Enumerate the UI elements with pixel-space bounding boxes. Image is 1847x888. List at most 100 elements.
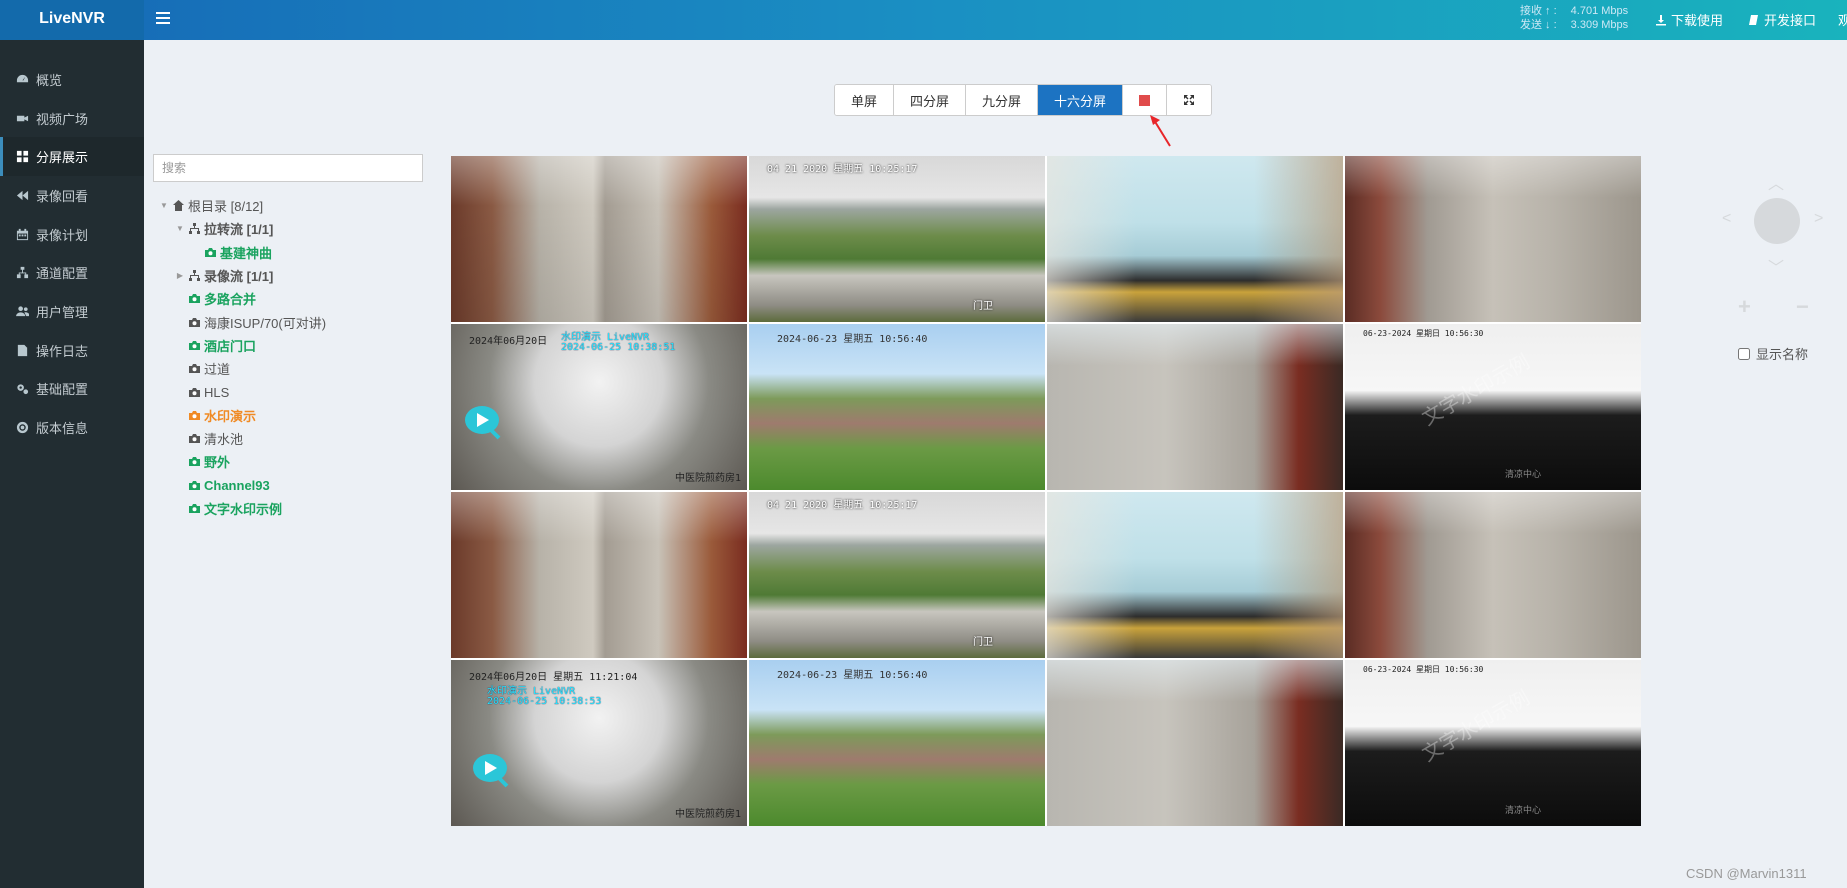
video-cell[interactable] <box>451 156 747 322</box>
video-osd-corner: 清凉中心 <box>1505 805 1542 815</box>
fullscreen-button[interactable] <box>1167 85 1212 115</box>
play-logo-icon <box>465 406 501 440</box>
video-osd-corner: 中医院煎药房1 <box>674 809 741 820</box>
video-osd: 04 21 2020 星期五 10:25:17 <box>767 164 918 175</box>
sidebar-item-label: 基础配置 <box>36 382 89 398</box>
sidebar-item-basic-config[interactable]: 基础配置 <box>0 370 144 409</box>
api-label: 开发接口 <box>1764 13 1817 28</box>
camera-icon <box>188 292 201 305</box>
ptz-down-icon[interactable]: ﹀ <box>1768 254 1784 278</box>
video-cell[interactable]: 2024-06-23 星期五 10:56:40 <box>749 660 1045 826</box>
api-link[interactable]: 开发接口 <box>1748 10 1816 29</box>
sidebar-item-label: 分屏展示 <box>36 150 89 166</box>
tx-value: 3.309 Mbps <box>1570 19 1629 31</box>
show-name-checkbox[interactable] <box>1738 347 1750 360</box>
sidebar-item-split-screen[interactable]: 分屏展示 <box>0 137 144 177</box>
tree-node-label: 水印演示 <box>204 408 257 424</box>
tree-root[interactable]: ▼ 根目录 [8/12] <box>160 194 430 217</box>
tree-channel[interactable]: HLS <box>160 380 430 403</box>
sidebar-item-video-square[interactable]: 视频广场 <box>0 99 144 138</box>
zoom-out-button[interactable]: − <box>1796 294 1809 320</box>
sidebar-item-channel-config[interactable]: 通道配置 <box>0 253 144 292</box>
camera-icon <box>188 502 201 515</box>
caret-down-icon[interactable]: ▼ <box>160 201 168 210</box>
zoom-in-button[interactable]: + <box>1738 294 1751 320</box>
video-watermark-text: 水印演示 LiveNVR <box>487 686 576 697</box>
camera-icon <box>188 455 201 468</box>
menu-toggle-icon[interactable] <box>156 12 170 26</box>
camera-icon <box>188 409 201 422</box>
tree-folder[interactable]: ▶ 录像流 [1/1] <box>160 264 430 287</box>
book-icon <box>1749 14 1758 25</box>
tree-channel[interactable]: 过道 <box>160 357 430 380</box>
ptz-joystick[interactable] <box>1754 198 1800 244</box>
tree-channel[interactable]: 多路合并 <box>160 287 430 310</box>
camera-icon <box>188 362 201 375</box>
tree-folder[interactable]: ▼ 拉转流 [1/1] <box>160 217 430 240</box>
search-input[interactable] <box>153 154 423 182</box>
single-screen-button[interactable]: 单屏 <box>835 85 895 115</box>
sidebar-item-record-plan[interactable]: 录像计划 <box>0 215 144 254</box>
app-logo[interactable]: LiveNVR <box>0 0 144 40</box>
video-cell[interactable] <box>1345 492 1641 658</box>
sidebar-item-label: 通道配置 <box>36 266 89 282</box>
video-cell[interactable]: 04 21 2020 星期五 10:25:17 门卫 <box>749 492 1045 658</box>
video-cell[interactable] <box>1047 660 1343 826</box>
caret-down-icon[interactable]: ▼ <box>176 224 184 233</box>
ptz-up-icon[interactable]: ︿ <box>1768 170 1784 194</box>
tree-channel[interactable]: 基建神曲 <box>160 241 430 264</box>
four-screen-button[interactable]: 四分屏 <box>894 85 967 115</box>
tree-root-label: 根目录 [8/12] <box>188 199 264 215</box>
caret-right-icon[interactable]: ▶ <box>176 271 184 280</box>
video-cell[interactable] <box>1345 156 1641 322</box>
dashboard-icon <box>15 72 29 86</box>
video-osd: 2024-06-23 星期五 10:56:40 <box>777 334 928 345</box>
video-cell[interactable]: 06-23-2024 星期日 10:56:30 文字水印示例 清凉中心 <box>1345 324 1641 490</box>
sixteen-screen-button[interactable]: 十六分屏 <box>1038 85 1124 115</box>
ptz-right-icon[interactable]: > <box>1814 210 1823 228</box>
sidebar-item-overview[interactable]: 概览 <box>0 60 144 99</box>
video-cell[interactable] <box>1047 492 1343 658</box>
camera-icon <box>188 316 201 329</box>
video-osd: 2024-06-23 星期五 10:56:40 <box>777 670 928 681</box>
rx-label: 接收 ↑ : <box>1520 5 1557 17</box>
tree-node-label: 拉转流 [1/1] <box>204 222 274 238</box>
tree-channel[interactable]: 酒店门口 <box>160 334 430 357</box>
video-cell[interactable] <box>451 492 747 658</box>
ptz-left-icon[interactable]: < <box>1722 210 1731 228</box>
download-link[interactable]: 下载使用 <box>1655 10 1723 29</box>
tree-channel[interactable]: 水印演示 <box>160 404 430 427</box>
video-osd: 2024年06月20日 <box>469 336 548 347</box>
tree-channel[interactable]: 清水池 <box>160 427 430 450</box>
tree-channel[interactable]: 野外 <box>160 450 430 473</box>
video-cell[interactable] <box>1047 156 1343 322</box>
sidebar-item-operation-log[interactable]: 操作日志 <box>0 331 144 370</box>
video-cell[interactable]: 06-23-2024 星期日 10:56:30 文字水印示例 清凉中心 <box>1345 660 1641 826</box>
nine-screen-button[interactable]: 九分屏 <box>966 85 1039 115</box>
video-cell[interactable]: 2024年06月20日 水印演示 LiveNVR 2024-06-25 10:3… <box>451 324 747 490</box>
camera-icon <box>188 386 201 399</box>
sidebar-item-version-info[interactable]: 版本信息 <box>0 408 144 447</box>
video-cell[interactable]: 04 21 2020 星期五 10:25:17 门卫 <box>749 156 1045 322</box>
sidebar-item-user-manage[interactable]: 用户管理 <box>0 292 144 331</box>
tree-node-label: HLS <box>204 384 230 400</box>
video-cell[interactable] <box>1047 324 1343 490</box>
stop-button[interactable] <box>1123 85 1168 115</box>
sidebar-item-playback[interactable]: 录像回看 <box>0 176 144 215</box>
video-osd-corner: 门卫 <box>973 301 993 312</box>
camera-icon <box>188 432 201 445</box>
video-watermark-time: 2024-06-25 10:38:53 <box>487 696 602 707</box>
ptz-control: ︿ < > ﹀ + − <box>1718 170 1838 330</box>
show-name-toggle[interactable]: 显示名称 <box>1738 344 1808 363</box>
tree-node-label: 基建神曲 <box>220 245 273 261</box>
tree-channel[interactable]: 文字水印示例 <box>160 497 430 520</box>
user-menu[interactable]: 观 <box>1838 10 1847 29</box>
tree-channel[interactable]: 海康ISUP/70(可对讲) <box>160 310 430 333</box>
info-icon <box>15 421 29 435</box>
tree-channel[interactable]: Channel93 <box>160 474 430 497</box>
tree-node-label: 过道 <box>204 362 231 378</box>
grid-icon <box>15 150 29 164</box>
layout-button-group: 单屏 四分屏 九分屏 十六分屏 <box>834 84 1213 116</box>
video-cell[interactable]: 2024-06-23 星期五 10:56:40 <box>749 324 1045 490</box>
video-cell[interactable]: 2024年06月20日 星期五 11:21:04 水印演示 LiveNVR 20… <box>451 660 747 826</box>
